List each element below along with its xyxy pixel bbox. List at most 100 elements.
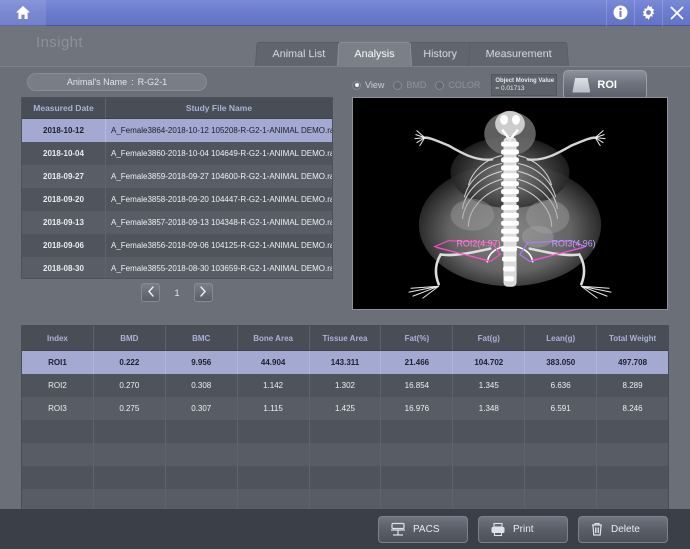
pagination: 1 bbox=[21, 283, 333, 302]
insight-app-window: Insight Animal List Analysis History Mea… bbox=[0, 0, 690, 549]
table-row[interactable]: ROI3 0.275 0.307 1.115 1.425 16.976 1.34… bbox=[22, 397, 668, 420]
home-icon bbox=[15, 5, 31, 20]
cell-bmd: 0.222 bbox=[94, 351, 166, 374]
cell-tissue-area bbox=[310, 466, 382, 489]
cell-fat-percent: 21.466 bbox=[381, 351, 454, 374]
cell-bone-area bbox=[238, 466, 310, 489]
cell-total-weight: 8.289 bbox=[622, 381, 643, 390]
pacs-icon bbox=[390, 522, 406, 537]
cell-fat-grams bbox=[453, 443, 526, 466]
roi-results-table[interactable]: Index BMD BMC Bone Area Tissue Area Fat(… bbox=[21, 325, 669, 510]
radio-view-indicator bbox=[352, 80, 361, 90]
prev-page-button[interactable] bbox=[141, 283, 161, 302]
trash-icon bbox=[590, 522, 604, 537]
table-row[interactable]: 2018-10-04 A_Female3860-2018-10-04 10464… bbox=[22, 142, 332, 165]
cell-lean-grams: 6.591 bbox=[525, 397, 598, 420]
tab-history[interactable]: History bbox=[405, 41, 474, 66]
table-row[interactable] bbox=[22, 420, 668, 443]
close-button[interactable] bbox=[662, 0, 690, 26]
cell-lean-grams bbox=[525, 420, 598, 443]
cell-lean-grams: 383.050 bbox=[525, 351, 598, 374]
table-row[interactable] bbox=[22, 466, 668, 489]
roi-button[interactable]: ROI bbox=[563, 70, 648, 100]
cell-bone-area bbox=[238, 420, 310, 443]
animal-name-field[interactable]: Animal's Name : R-G2-1 bbox=[27, 73, 207, 91]
cell-tissue-area bbox=[310, 443, 382, 466]
cell-bone-area: 1.115 bbox=[238, 397, 310, 420]
cell-bmd bbox=[94, 420, 166, 443]
cell-fat-percent bbox=[381, 489, 454, 509]
cell-fat-grams: 1.345 bbox=[453, 374, 526, 397]
table-row[interactable]: 2018-09-27 A_Female3859-2018-09-27 10460… bbox=[22, 165, 332, 188]
cell-bone-area bbox=[238, 443, 310, 466]
settings-button[interactable] bbox=[634, 0, 662, 26]
column-fat-grams: Fat(g) bbox=[453, 326, 526, 350]
next-page-button[interactable] bbox=[193, 283, 213, 302]
radio-bmd[interactable]: BMD bbox=[393, 80, 426, 90]
cell-index: ROI2 bbox=[22, 374, 94, 397]
cell-lean-grams bbox=[525, 489, 598, 509]
table-row[interactable]: ROI2 0.270 0.308 1.142 1.302 16.854 1.34… bbox=[22, 374, 668, 397]
table-row[interactable]: 2018-08-30 A_Female3855-2018-08-30 10365… bbox=[22, 257, 332, 278]
gear-icon bbox=[641, 5, 656, 20]
cell-total-weight bbox=[597, 466, 668, 489]
cell-bmd bbox=[94, 466, 166, 489]
cell-fat-grams bbox=[453, 466, 526, 489]
column-bone-area: Bone Area bbox=[238, 326, 310, 350]
radio-bmd-indicator bbox=[393, 80, 403, 90]
app-brand: Insight bbox=[36, 34, 83, 51]
tab-animal-list[interactable]: Animal List bbox=[255, 41, 343, 66]
cell-bone-area: 1.142 bbox=[238, 374, 310, 397]
table-row[interactable]: 2018-10-12 A_Female3864-2018-10-12 10520… bbox=[22, 119, 332, 142]
table-row[interactable]: 2018-09-13 A_Female3857-2018-09-13 10434… bbox=[22, 211, 332, 234]
table-row[interactable] bbox=[22, 443, 668, 466]
cell-bmc bbox=[166, 443, 238, 466]
cell-fat-grams bbox=[453, 489, 526, 509]
cell-total-weight: 497.708 bbox=[618, 358, 648, 367]
cell-measured-date: 2018-09-27 bbox=[22, 165, 106, 188]
study-file-table[interactable]: Measured Date Study File Name 2018-10-12… bbox=[21, 97, 333, 279]
cell-lean-grams bbox=[525, 443, 598, 466]
tab-analysis[interactable]: Analysis bbox=[336, 41, 412, 66]
table-row[interactable] bbox=[22, 489, 668, 509]
cell-measured-date: 2018-10-04 bbox=[22, 142, 106, 165]
printer-icon bbox=[490, 522, 506, 537]
cell-index bbox=[22, 489, 94, 509]
cell-total-weight bbox=[597, 489, 668, 509]
tab-measurement[interactable]: Measurement bbox=[468, 41, 570, 66]
xray-image-panel[interactable]: ROI2(4.97) ROI3(4.96) bbox=[352, 97, 668, 310]
page-number: 1 bbox=[174, 287, 180, 298]
table-row[interactable]: ROI1 0.222 9.956 44.904 143.311 21.466 1… bbox=[22, 351, 668, 374]
app-header: Insight Animal List Analysis History Mea… bbox=[0, 26, 690, 66]
table-row[interactable]: 2018-09-06 A_Female3856-2018-09-06 10412… bbox=[22, 234, 332, 257]
view-mode-controls: View BMD COLOR Object Moving Value = 0.0… bbox=[352, 70, 648, 100]
cell-index: ROI3 bbox=[22, 397, 94, 420]
cell-measured-date: 2018-09-13 bbox=[22, 211, 106, 234]
radio-view[interactable]: View bbox=[352, 80, 384, 90]
cell-measured-date: 2018-09-20 bbox=[22, 188, 106, 211]
roi-icon bbox=[572, 77, 591, 93]
cell-study-file-name: A_Female3864-2018-10-12 105208-R-G2-1-AN… bbox=[111, 126, 332, 135]
pacs-button-label: PACS bbox=[413, 523, 440, 535]
cell-index bbox=[22, 443, 94, 466]
cell-study-file-name: A_Female3857-2018-09-13 104348-R-G2-1-AN… bbox=[111, 218, 332, 227]
table-row[interactable]: 2018-09-20 A_Female3858-2018-09-20 10444… bbox=[22, 188, 332, 211]
cell-study-file-name: A_Female3856-2018-09-06 104125-R-G2-1-AN… bbox=[111, 241, 332, 250]
info-button[interactable] bbox=[606, 0, 634, 26]
close-icon bbox=[670, 6, 684, 20]
delete-button[interactable]: Delete bbox=[578, 515, 668, 543]
print-button[interactable]: Print bbox=[478, 515, 568, 543]
cell-bmc bbox=[166, 489, 238, 509]
cell-total-weight bbox=[597, 420, 668, 443]
home-button[interactable] bbox=[0, 0, 46, 26]
animal-name-label: Animal's Name bbox=[66, 77, 128, 87]
pacs-button[interactable]: PACS bbox=[378, 515, 468, 543]
info-icon bbox=[613, 5, 628, 20]
radio-color[interactable]: COLOR bbox=[435, 80, 480, 90]
radio-color-label: COLOR bbox=[448, 80, 481, 90]
cell-lean-grams: 6.636 bbox=[525, 374, 598, 397]
chevron-left-icon bbox=[147, 285, 155, 300]
radio-color-indicator bbox=[435, 80, 445, 90]
study-file-table-header: Measured Date Study File Name bbox=[22, 98, 332, 119]
radio-bmd-label: BMD bbox=[406, 80, 427, 90]
